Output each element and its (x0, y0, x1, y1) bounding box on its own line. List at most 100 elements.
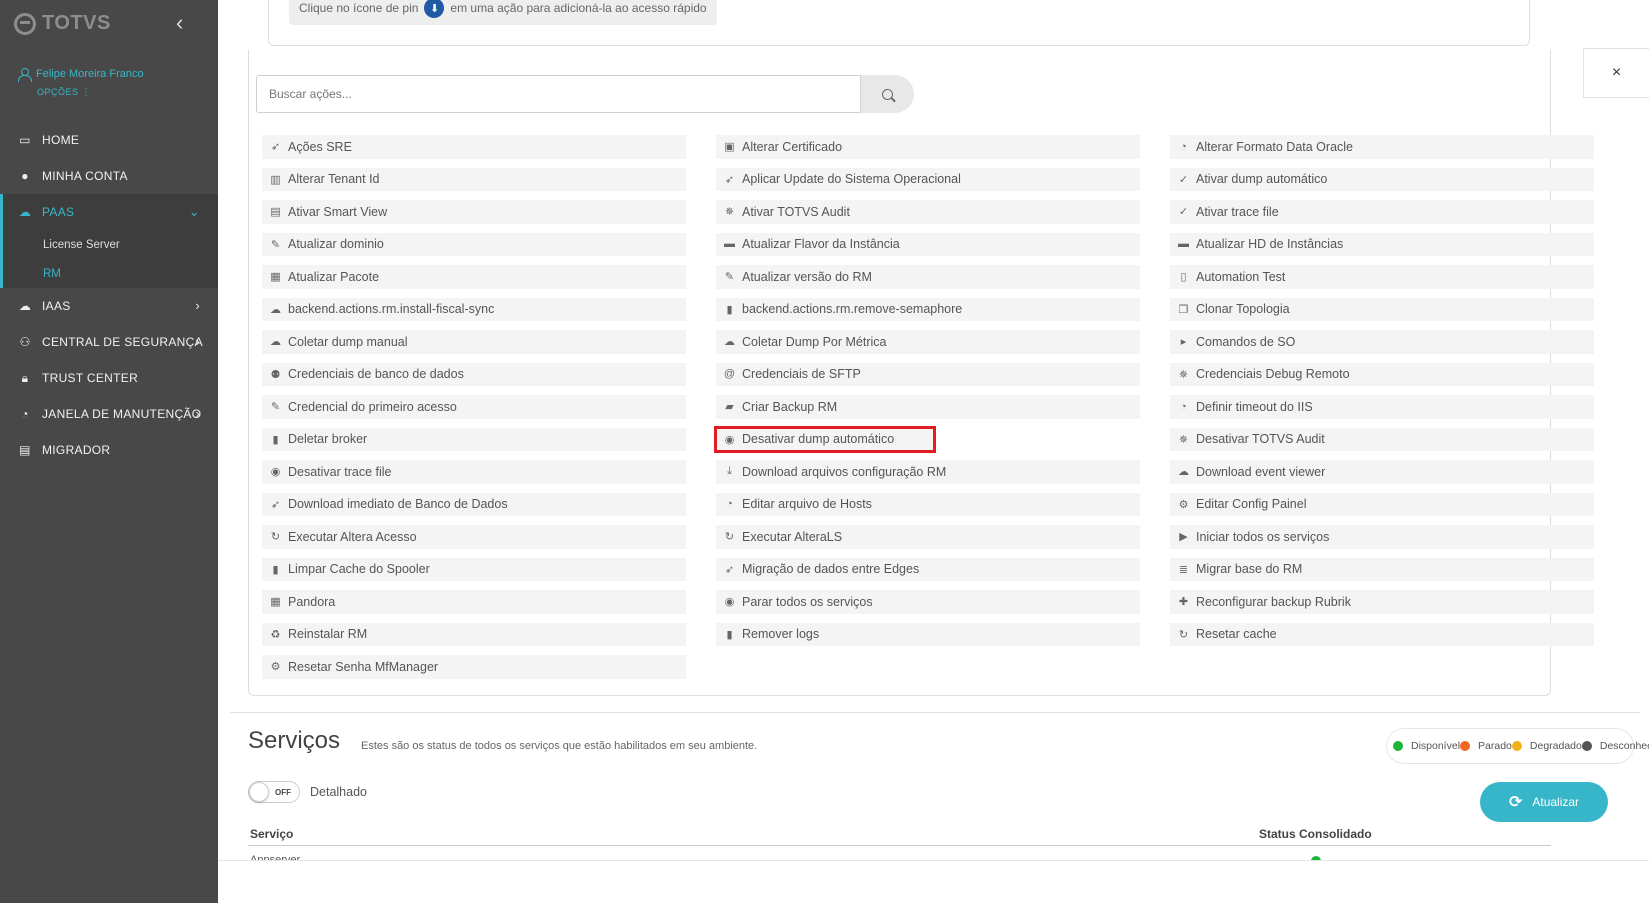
cloud-icon: ☁ (18, 299, 32, 313)
package-icon: ▦ (270, 596, 281, 609)
services-title: Serviços (248, 727, 341, 754)
divider (230, 712, 1640, 713)
cloud-icon: ☁ (18, 205, 32, 219)
search-button[interactable] (861, 75, 914, 113)
action-label: Alterar Tenant Id (288, 172, 380, 187)
action-label: Coletar Dump Por Métrica (742, 334, 887, 349)
chevron-right-icon: › (195, 334, 200, 349)
action-label: Remover logs (742, 627, 820, 642)
action-label: Download event viewer (1196, 464, 1326, 479)
action-item[interactable]: ❐ Clonar Topologia (1170, 297, 1594, 321)
nav-item-central-de-seguran-a[interactable]: ⚇ CENTRAL DE SEGURANÇA › (0, 324, 218, 360)
action-item[interactable]: ⤓ Download arquivos configuração RM (716, 460, 1140, 484)
nav-item-migrador[interactable]: ▤ MIGRADOR (0, 432, 218, 468)
chevron-right-icon: › (195, 406, 200, 421)
nav-item-minha-conta[interactable]: ● MINHA CONTA (0, 158, 218, 194)
action-item[interactable]: ▦ Pandora (262, 590, 686, 614)
action-label: Executar AlteraLS (742, 529, 843, 544)
action-item[interactable]: ☁ Download event viewer (1170, 460, 1594, 484)
nav-item-paas[interactable]: ☁ PAAS ⌄ (0, 194, 218, 230)
bottom-bar (218, 860, 1649, 903)
action-item[interactable]: ▯ Automation Test (1170, 265, 1594, 289)
subnav-item[interactable]: License Server (3, 230, 218, 259)
action-item[interactable]: ☁ Coletar dump manual (262, 330, 686, 354)
action-item[interactable]: ▶ Iniciar todos os serviços (1170, 525, 1594, 549)
action-item[interactable]: ↻ Executar Altera Acesso (262, 525, 686, 549)
action-label: Ativar dump automático (1196, 172, 1328, 187)
collapse-sidebar-icon[interactable]: ‹ (176, 12, 183, 34)
action-item[interactable]: ▮ Limpar Cache do Spooler (262, 557, 686, 581)
refresh-button[interactable]: ⟳ Atualizar (1480, 782, 1608, 822)
nav-item-home[interactable]: ▭ HOME (0, 122, 218, 158)
close-button[interactable]: × (1583, 48, 1649, 98)
totvs-logo[interactable]: TOTVS (14, 12, 111, 35)
action-label: Iniciar todos os serviços (1196, 529, 1330, 544)
action-label: backend.actions.rm.install-fiscal-sync (288, 302, 495, 317)
action-item[interactable]: ⚙ Resetar Senha MfManager (262, 655, 686, 679)
action-item[interactable]: ◉ Parar todos os serviços (716, 590, 1140, 614)
action-item[interactable]: ♻ Reinstalar RM (262, 622, 686, 646)
search-input[interactable] (256, 75, 861, 113)
logo-icon (14, 12, 36, 35)
action-item[interactable]: ▬ Atualizar HD de Instâncias (1170, 232, 1594, 256)
nav-item-iaas[interactable]: ☁ IAAS › (0, 288, 218, 324)
action-item[interactable]: ▮ Remover logs (716, 622, 1140, 646)
toggle-label: Detalhado (310, 785, 367, 799)
action-item[interactable]: ▰ Criar Backup RM (716, 395, 1140, 419)
action-item[interactable]: ➶ Download imediato de Banco de Dados (262, 492, 686, 516)
detailed-toggle[interactable]: OFF (248, 781, 300, 803)
action-item[interactable]: ↻ Executar AlteraLS (716, 525, 1140, 549)
action-item[interactable]: ✵ Credenciais Debug Remoto (1170, 362, 1594, 386)
action-item[interactable]: ◔ Definir timeout do IIS (1170, 395, 1594, 419)
action-item[interactable]: ◉ Desativar dump automático (714, 425, 936, 453)
action-item[interactable]: ▦ Atualizar Pacote (262, 265, 686, 289)
action-item[interactable]: ✚ Reconfigurar backup Rubrik (1170, 590, 1594, 614)
bug-icon: ✵ (724, 206, 735, 219)
action-item[interactable]: ▮ backend.actions.rm.remove-semaphore (716, 297, 1140, 321)
action-label: Ativar trace file (1196, 204, 1279, 219)
clock-icon: ◔ (1180, 400, 1187, 413)
action-item[interactable]: ▤ Ativar Smart View (262, 200, 686, 224)
action-item[interactable]: ✵ Ativar TOTVS Audit (716, 200, 1140, 224)
action-item[interactable]: @ Credenciais de SFTP (716, 362, 1140, 386)
action-item[interactable]: ⚙ Editar Config Painel (1170, 492, 1594, 516)
quick-access-box: Clique no ícone de pin ⬇ em uma ação par… (268, 0, 1530, 46)
action-item[interactable]: ▸ Comandos de SO (1170, 330, 1594, 354)
puzzle-icon: ✚ (1178, 596, 1189, 609)
user-name[interactable]: Felipe Moreira Franco (18, 68, 144, 82)
action-item[interactable]: ✎ Credencial do primeiro acesso (262, 395, 686, 419)
action-item[interactable]: ☁ Coletar Dump Por Métrica (716, 330, 1140, 354)
action-item[interactable]: ✓ Ativar trace file (1170, 200, 1594, 224)
copy-icon: ❐ (1178, 303, 1189, 316)
cloud-download-icon: ☁ (270, 336, 281, 349)
action-item[interactable]: ◔ Alterar Formato Data Oracle (1170, 135, 1594, 159)
nav-item-label: JANELA DE MANUTENÇÃO (42, 407, 202, 421)
action-label: Automation Test (1196, 269, 1286, 284)
action-item[interactable]: ⚉ Credenciais de banco de dados (262, 362, 686, 386)
action-item[interactable]: ✎ Atualizar dominio (262, 232, 686, 256)
nav-item-label: PAAS (42, 205, 75, 219)
action-item[interactable]: ≣ Migrar base do RM (1170, 557, 1594, 581)
action-item[interactable]: ✵ Desativar TOTVS Audit (1170, 427, 1594, 451)
action-item[interactable]: ▣ Alterar Certificado (716, 135, 1140, 159)
subnav-item[interactable]: RM (3, 259, 218, 288)
action-item[interactable]: ☁ backend.actions.rm.install-fiscal-sync (262, 297, 686, 321)
action-item[interactable]: ➶ Ações SRE (262, 135, 686, 159)
action-item[interactable]: ➶ Migração de dados entre Edges (716, 557, 1140, 581)
user-options[interactable]: OPÇÕES ⋮ (37, 87, 91, 98)
action-item[interactable]: ✎ Atualizar versão do RM (716, 265, 1140, 289)
nav-item-janela-de-manuten-o[interactable]: ◔ JANELA DE MANUTENÇÃO › (0, 396, 218, 432)
action-item[interactable]: ↻ Resetar cache (1170, 622, 1594, 646)
action-item[interactable]: ✓ Ativar dump automático (1170, 167, 1594, 191)
action-item[interactable]: ◉ Desativar trace file (262, 460, 686, 484)
users-icon: ⚉ (270, 368, 281, 381)
action-item[interactable]: ▬ Atualizar Flavor da Instância (716, 232, 1140, 256)
action-item[interactable]: ▮ Deletar broker (262, 427, 686, 451)
action-item[interactable]: ◔ Editar arquivo de Hosts (716, 492, 1140, 516)
action-label: Criar Backup RM (742, 399, 838, 414)
stop-circle-icon: ◉ (724, 433, 735, 446)
action-item[interactable]: ▥ Alterar Tenant Id (262, 167, 686, 191)
nav-item-trust-center[interactable]: 🔒︎ TRUST CENTER (0, 360, 218, 396)
action-item[interactable]: ➶ Aplicar Update do Sistema Operacional (716, 167, 1140, 191)
action-label: Credenciais Debug Remoto (1196, 367, 1350, 382)
